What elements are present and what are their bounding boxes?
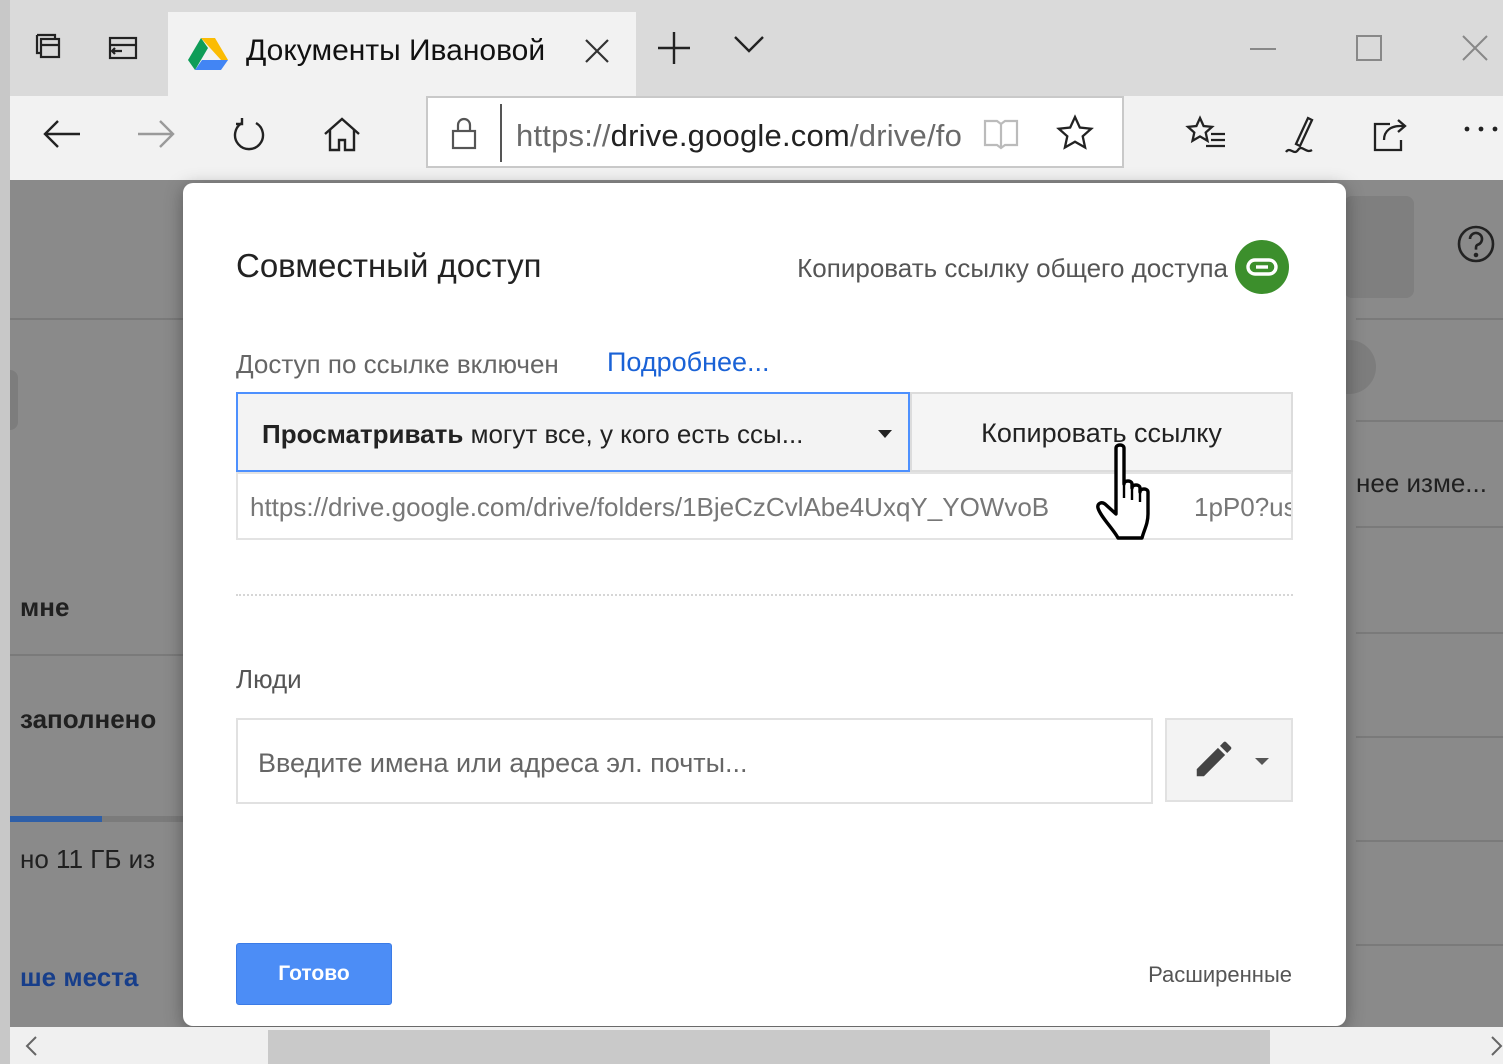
people-input[interactable]: Введите имена или адреса эл. почты...: [236, 718, 1153, 804]
bg-storage-usage: но 11 ГБ из: [20, 844, 156, 874]
url-separator: [500, 104, 502, 162]
share-dialog: Совместный доступ Копировать ссылку обще…: [183, 183, 1346, 1026]
pencil-icon: [1191, 736, 1237, 787]
storage-bar: [10, 816, 185, 822]
bg-storage-label: заполнено: [20, 704, 157, 734]
section-divider: [236, 594, 1293, 596]
horizontal-scrollbar[interactable]: [0, 1027, 1503, 1064]
bg-divider: [10, 318, 185, 320]
bg-buy-storage-link[interactable]: ше места: [20, 962, 138, 993]
close-window-icon[interactable]: [1460, 30, 1490, 71]
storage-bar-fill: [10, 816, 102, 822]
refresh-icon[interactable]: [228, 114, 270, 161]
back-icon[interactable]: [40, 114, 84, 159]
pen-note-icon[interactable]: [1278, 114, 1322, 163]
bg-column-header: нее изме...: [1356, 468, 1487, 498]
share-icon[interactable]: [1370, 114, 1410, 159]
link-icon[interactable]: [1235, 240, 1289, 294]
bg-avatar: [1344, 340, 1376, 394]
tab-bar: Документы Ивановой: [0, 0, 1503, 96]
learn-more-link[interactable]: Подробнее...: [607, 347, 770, 378]
chevron-down-icon[interactable]: [732, 32, 766, 61]
caret-down-icon: [1255, 758, 1269, 765]
bg-divider: [1356, 318, 1503, 320]
bg-sidebar-item: мне: [20, 592, 70, 622]
permission-dropdown[interactable]: Просматривать могут все, у кого есть ссы…: [236, 392, 910, 472]
bg-divider: [1356, 632, 1503, 634]
reading-view-icon[interactable]: [982, 116, 1020, 155]
permission-label: Просматривать могут все, у кого есть ссы…: [262, 419, 804, 449]
lock-icon[interactable]: [450, 116, 478, 155]
close-tab-icon[interactable]: [582, 36, 612, 71]
favorites-list-icon[interactable]: [1184, 114, 1228, 159]
share-url-text: https://drive.google.com/drive/folders/1…: [250, 492, 1050, 522]
bg-divider: [1356, 736, 1503, 738]
people-input-placeholder: Введите имена или адреса эл. почты...: [258, 748, 748, 778]
tab-set-aside-icon[interactable]: [32, 30, 68, 66]
google-drive-icon: [188, 36, 228, 77]
bg-divider: [10, 654, 185, 656]
share-url-tail: 1pP0?us: [1194, 492, 1293, 522]
hand-cursor-icon: [1094, 440, 1174, 547]
scroll-right-icon[interactable]: [1488, 1035, 1503, 1062]
bg-divider: [1356, 944, 1503, 946]
done-button[interactable]: Готово: [236, 943, 392, 1005]
bg-new-button: [10, 370, 18, 430]
scrollbar-thumb[interactable]: [268, 1030, 1270, 1064]
address-bar-row: https://drive.google.com/drive/fo: [0, 96, 1503, 180]
maximize-icon[interactable]: [1354, 30, 1384, 71]
new-tab-icon[interactable]: [654, 28, 694, 73]
caret-down-icon: [878, 430, 892, 438]
favorite-star-icon[interactable]: [1056, 114, 1094, 157]
tab-active[interactable]: Документы Ивановой: [168, 12, 636, 96]
bg-divider: [1356, 840, 1503, 842]
people-label: Люди: [236, 664, 302, 694]
more-options-icon[interactable]: [1462, 122, 1502, 141]
forward-icon[interactable]: [134, 114, 178, 159]
url-text[interactable]: https://drive.google.com/drive/fo: [516, 118, 962, 154]
link-access-status: Доступ по ссылке включен: [236, 349, 559, 379]
permission-edit-button[interactable]: [1165, 718, 1293, 802]
copy-share-link[interactable]: Копировать ссылку общего доступа: [797, 253, 1228, 284]
bg-divider: [1356, 420, 1503, 422]
bg-divider: [1356, 526, 1503, 528]
tab-title: Документы Ивановой: [246, 34, 546, 67]
url-bar[interactable]: https://drive.google.com/drive/fo: [426, 96, 1124, 168]
bg-toolbar-button: [1344, 196, 1414, 298]
advanced-link[interactable]: Расширенные: [1148, 962, 1292, 988]
scroll-left-icon[interactable]: [24, 1035, 40, 1062]
tab-preview-icon[interactable]: [104, 30, 140, 66]
home-icon[interactable]: [320, 114, 364, 161]
help-icon[interactable]: [1456, 224, 1496, 269]
dialog-title: Совместный доступ: [236, 247, 542, 284]
minimize-icon[interactable]: [1248, 30, 1278, 71]
